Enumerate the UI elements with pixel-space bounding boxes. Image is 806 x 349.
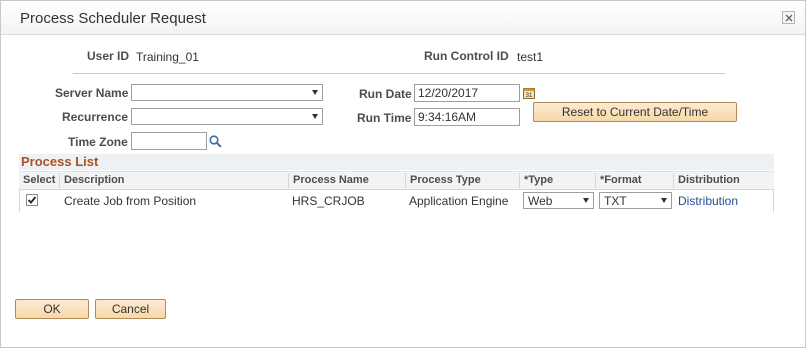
row-process-type: Application Engine	[409, 194, 509, 208]
col-process-name: Process Name	[288, 173, 406, 188]
format-select[interactable]: TXT	[599, 192, 672, 209]
close-icon[interactable]	[782, 11, 795, 24]
reset-date-time-button[interactable]: Reset to Current Date/Time	[533, 102, 737, 122]
col-distribution: Distribution	[673, 173, 774, 188]
server-name-label: Server Name	[55, 86, 129, 100]
time-zone-input[interactable]	[131, 132, 207, 150]
ok-button[interactable]: OK	[15, 299, 89, 319]
type-select[interactable]: Web	[523, 192, 594, 209]
grid-border-left	[19, 189, 20, 212]
chevron-down-icon	[583, 198, 589, 203]
row-description: Create Job from Position	[64, 194, 197, 208]
process-list-section: Process List	[19, 154, 774, 170]
row-process-name: HRS_CRJOB	[292, 194, 365, 208]
recurrence-select[interactable]	[131, 108, 323, 125]
distribution-link[interactable]: Distribution	[678, 194, 738, 208]
cancel-button[interactable]: Cancel	[95, 299, 166, 319]
server-name-select[interactable]	[131, 84, 323, 101]
dialog-title: Process Scheduler Request	[20, 10, 206, 27]
svg-text:31: 31	[526, 93, 533, 99]
select-checkbox[interactable]	[26, 194, 38, 206]
run-time-input[interactable]: 9:34:16AM	[414, 108, 520, 126]
col-description: Description	[59, 173, 290, 188]
calendar-icon[interactable]: 31	[523, 87, 535, 102]
process-list-header: Select Description Process Name Process …	[19, 171, 774, 190]
dialog-titlebar: Process Scheduler Request	[1, 1, 805, 35]
run-time-label: Run Time	[357, 111, 412, 125]
col-select: Select	[23, 174, 56, 186]
process-scheduler-dialog: Process Scheduler Request User ID Traini…	[0, 0, 806, 348]
process-list-title: Process List	[21, 154, 99, 169]
header-divider	[73, 73, 725, 74]
run-date-input[interactable]: 12/20/2017	[414, 84, 520, 102]
search-icon[interactable]	[209, 135, 222, 151]
col-process-type: Process Type	[405, 173, 520, 188]
chevron-down-icon	[312, 90, 318, 95]
grid-border-right	[773, 189, 774, 212]
time-zone-label: Time Zone	[68, 135, 128, 149]
run-control-id-value: test1	[517, 50, 544, 64]
col-format: *Format	[595, 173, 672, 188]
user-id-value: Training_01	[136, 50, 199, 64]
chevron-down-icon	[312, 114, 318, 119]
recurrence-label: Recurrence	[62, 110, 129, 124]
col-type: *Type	[519, 173, 594, 188]
run-date-label: Run Date	[359, 87, 412, 101]
user-id-label: User ID	[87, 49, 130, 63]
run-control-id-label: Run Control ID	[424, 49, 509, 63]
chevron-down-icon	[661, 198, 667, 203]
